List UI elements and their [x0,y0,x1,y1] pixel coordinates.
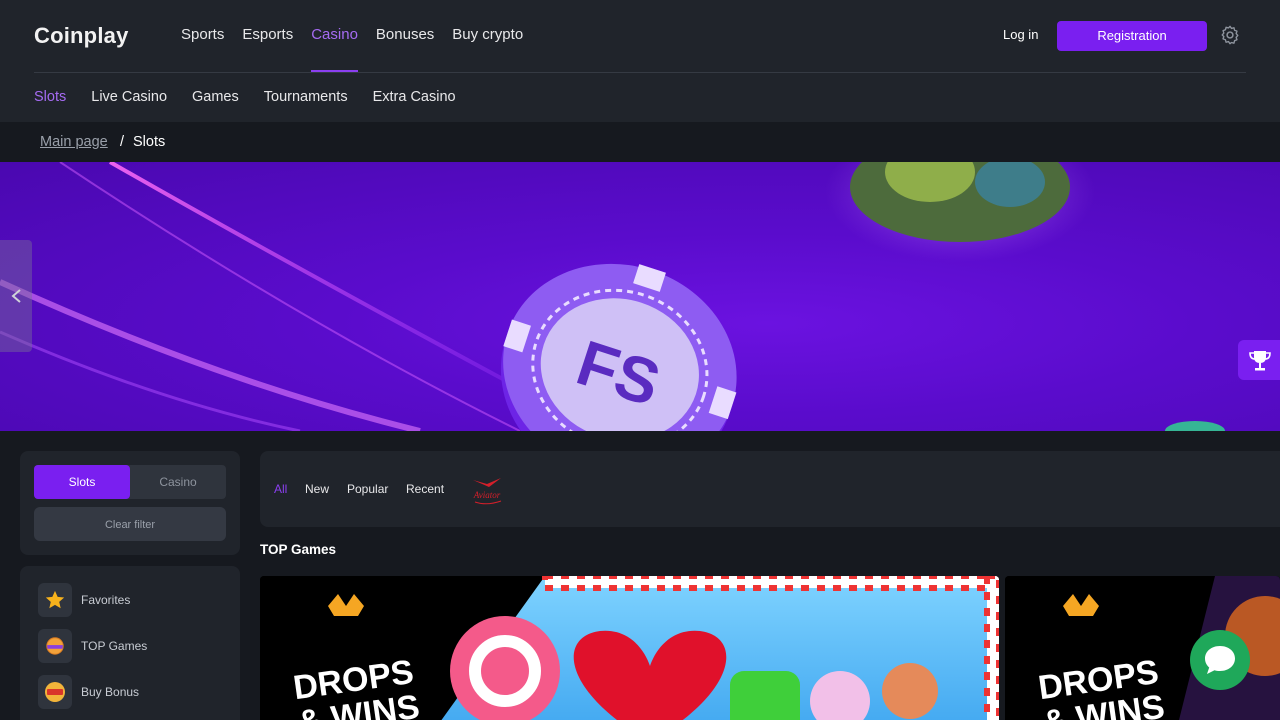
sidebar-item-buy-bonus[interactable]: Buy Bonus [38,675,139,709]
aviator-logo-text: Aviator [473,490,501,500]
banner-artwork: FS [0,162,1225,431]
subnav-games[interactable]: Games [192,73,239,121]
breadcrumb-current: Slots [133,134,166,150]
game-filter-bar: All New Popular Recent [260,451,1280,527]
filter-popular[interactable]: Popular [347,482,388,496]
registration-button[interactable]: Registration [1057,21,1207,51]
nav-buy-crypto[interactable]: Buy crypto [452,0,523,72]
site-header: Coinplay Sports Esports Casino Bonuses B… [0,0,1280,122]
promo-banner[interactable]: FS [0,162,1280,431]
aviator-logo[interactable]: Aviator [467,474,509,506]
coinplay-logo[interactable]: Coinplay [34,23,129,49]
toggle-slots[interactable]: Slots [34,465,130,499]
banner-prev-button[interactable] [0,240,32,352]
tournaments-tab[interactable] [1238,340,1280,380]
sidebar-item-top-games[interactable]: TOP Games [38,629,147,663]
game-thumbnail: DROPS & WINS [260,576,999,720]
star-icon [38,583,72,617]
chevron-left-icon [11,289,21,303]
login-link[interactable]: Log in [1003,27,1038,42]
subnav-slots[interactable]: Slots [34,73,66,121]
subnav-live-casino[interactable]: Live Casino [91,73,167,121]
sidebar-item-favorites[interactable]: Favorites [38,583,130,617]
clear-filter-button[interactable]: Clear filter [34,507,226,541]
chat-icon [1205,646,1235,674]
filter-new[interactable]: New [305,482,329,496]
top-games-icon [38,629,72,663]
subnav-tournaments[interactable]: Tournaments [264,73,348,121]
game-card[interactable]: DROPS & WINS [260,576,999,720]
nav-casino[interactable]: Casino [311,0,358,72]
casino-sub-nav: Slots Live Casino Games Tournaments Extr… [34,73,481,121]
section-title-top-games: TOP Games [260,542,337,557]
filter-recent[interactable]: Recent [406,482,444,496]
gear-icon[interactable] [1219,24,1241,46]
toggle-casino[interactable]: Casino [130,465,226,499]
nav-sports[interactable]: Sports [181,0,224,72]
nav-bonuses[interactable]: Bonuses [376,0,434,72]
subnav-extra-casino[interactable]: Extra Casino [373,73,456,121]
breadcrumb-home-link[interactable]: Main page [40,134,108,150]
bonus-icon [38,675,72,709]
slots-casino-toggle: Slots Casino [34,465,226,499]
trophy-icon [1249,351,1271,371]
sidebar-item-label: TOP Games [81,639,148,653]
breadcrumb: Main page / Slots [0,122,1280,162]
breadcrumb-separator: / [120,134,125,150]
filter-all[interactable]: All [274,482,287,496]
sidebar-item-label: Buy Bonus [81,685,140,699]
main-nav: Sports Esports Casino Bonuses Buy crypto [181,0,541,72]
sidebar-item-label: Favorites [81,593,131,607]
chat-button[interactable] [1190,630,1250,690]
nav-esports[interactable]: Esports [242,0,293,72]
